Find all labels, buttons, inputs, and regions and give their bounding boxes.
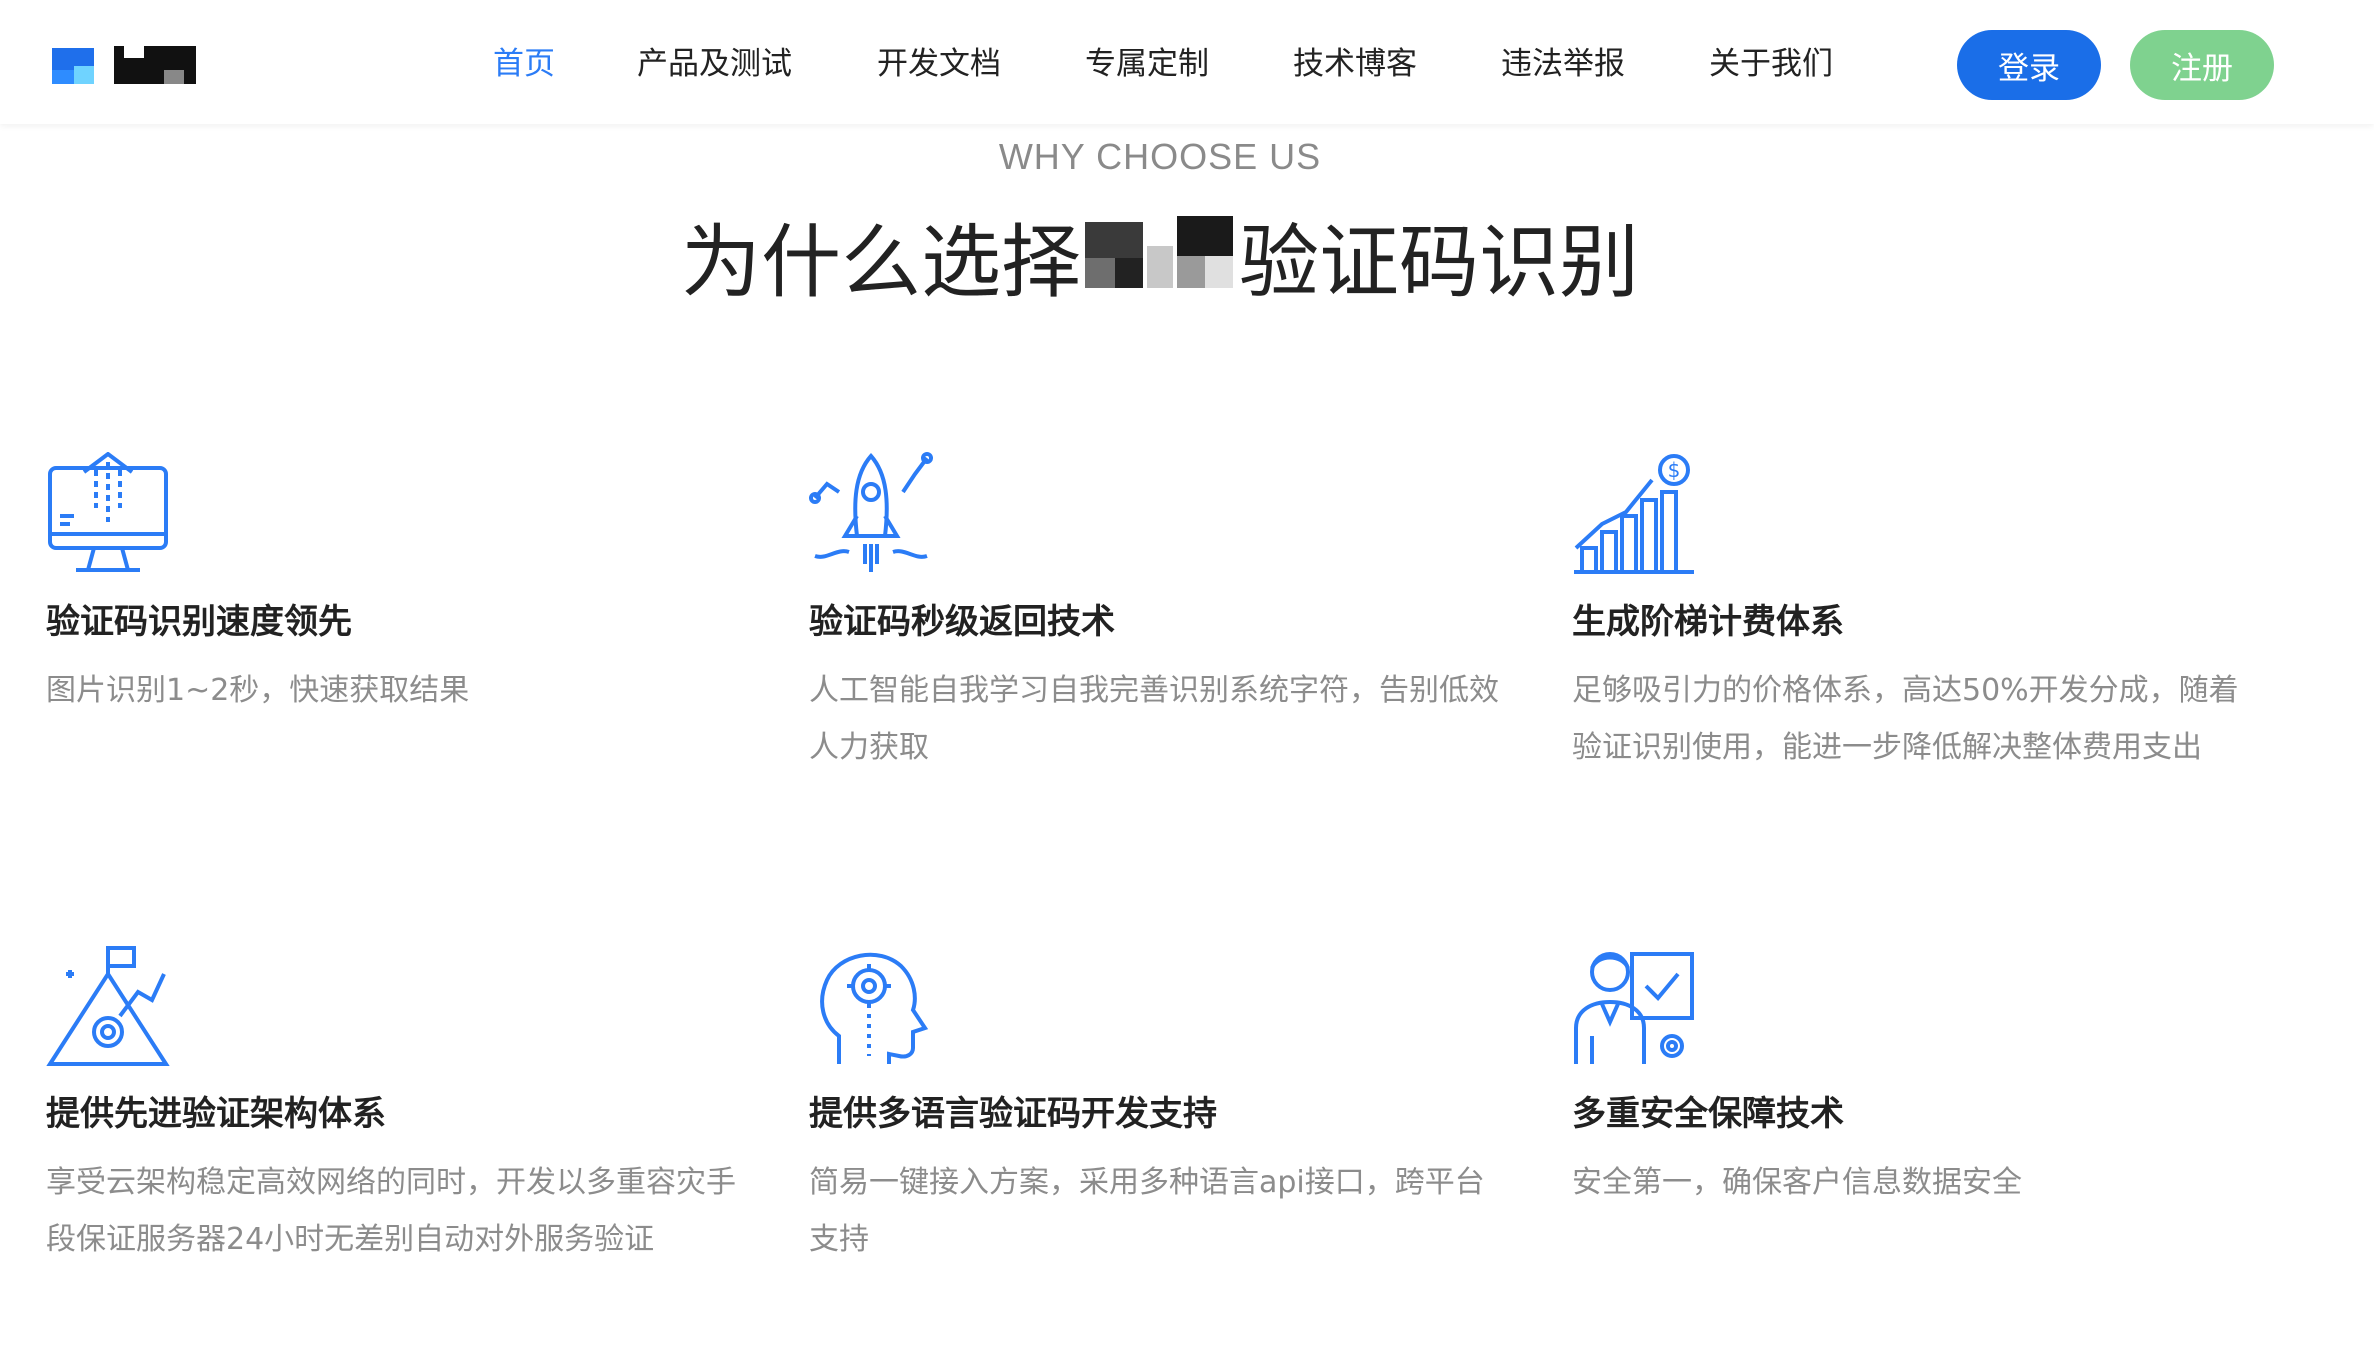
nav-item-docs[interactable]: 开发文档 [877, 38, 1001, 83]
feature-description: 足够吸引力的价格体系，高达50%开发分成，随着验证识别使用，能进一步降低解决整体… [1572, 673, 2239, 765]
rocket-icon [809, 452, 933, 572]
feature-description: 简易一键接入方案，采用多种语言api接口，跨平台支持 [809, 1165, 1485, 1257]
feature-description: 安全第一，确保客户信息数据安全 [1572, 1165, 2022, 1200]
nav-item-blog[interactable]: 技术博客 [1293, 38, 1417, 83]
section-title-prefix: 为什么选择 [681, 216, 1081, 309]
nav-item-products[interactable]: 产品及测试 [637, 38, 792, 83]
login-button[interactable]: 登录 [1957, 30, 2101, 100]
feature-title: 提供先进验证架构体系 [46, 1094, 386, 1134]
section-subtitle: WHY CHOOSE US [998, 136, 1322, 177]
feature-title: 验证码秒级返回技术 [809, 602, 1115, 642]
logo-mark-part [74, 48, 94, 66]
feature-description: 享受云架构稳定高效网络的同时，开发以多重容灾手段保证服务器24小时无差别自动对外… [46, 1165, 736, 1257]
logo-mark-part [74, 66, 94, 84]
feature-description: 图片识别1~2秒，快速获取结果 [46, 673, 470, 708]
feature-title: 生成阶梯计费体系 [1572, 602, 1844, 642]
top-header: 首页 产品及测试 开发文档 专属定制 技术博客 违法举报 关于我们 登录 注册 [0, 0, 2374, 124]
logo-redacted-text [114, 46, 196, 84]
redacted-brand-name [1085, 216, 1235, 296]
logo-mark [52, 48, 74, 70]
mountain-gear-flag-icon [46, 946, 170, 1066]
section-title-suffix: 验证码识别 [1239, 216, 1639, 309]
logo-mark-part [52, 70, 74, 84]
nav-item-custom[interactable]: 专属定制 [1085, 38, 1209, 83]
person-checkboard-icon [1574, 952, 1694, 1064]
register-button[interactable]: 注册 [2130, 30, 2274, 100]
growth-bar-chart-icon: $ [1574, 454, 1694, 574]
nav-item-about[interactable]: 关于我们 [1709, 38, 1833, 83]
section-title: 为什么选择 验证码识别 [0, 198, 2320, 314]
site-logo[interactable] [52, 44, 202, 88]
feature-title: 多重安全保障技术 [1572, 1094, 1844, 1134]
feature-description: 人工智能自我学习自我完善识别系统字符，告别低效人力获取 [809, 673, 1499, 765]
head-gear-icon [820, 952, 929, 1064]
nav-item-home[interactable]: 首页 [493, 38, 555, 83]
feature-title: 验证码识别速度领先 [46, 602, 352, 642]
nav-item-report[interactable]: 违法举报 [1501, 38, 1625, 83]
svg-text:$: $ [1668, 458, 1681, 482]
monitor-upload-icon [48, 452, 168, 572]
feature-title: 提供多语言验证码开发支持 [809, 1094, 1217, 1134]
